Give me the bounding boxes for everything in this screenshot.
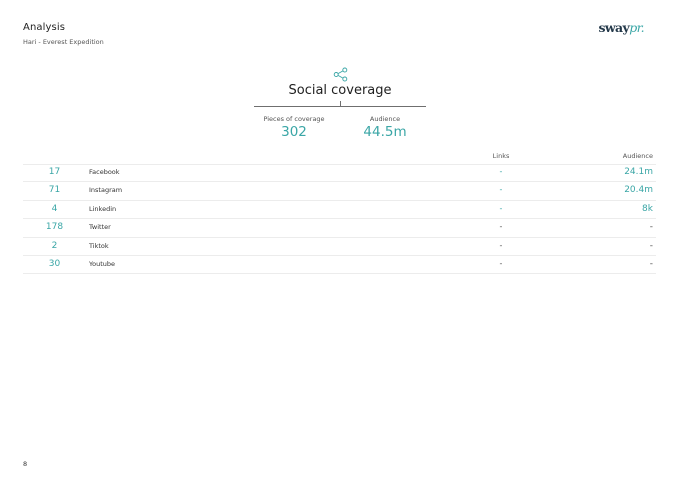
row-links: - — [499, 258, 503, 268]
stat-value: 44.5m — [363, 124, 407, 140]
table-row: 2 Tiktok - - — [23, 238, 656, 256]
table-row: 30 Youtube - - — [23, 256, 656, 275]
row-count: 30 — [48, 258, 61, 269]
table-header: Links Audience — [23, 150, 656, 165]
row-audience: - — [649, 240, 653, 251]
row-links: - — [499, 222, 503, 232]
stat-pieces-of-coverage: Pieces of coverage 302 — [254, 115, 334, 140]
section-divider-tick — [340, 101, 341, 107]
stat-label: Pieces of coverage — [263, 115, 325, 123]
page-subtitle: Hari - Everest Expedition — [23, 38, 104, 46]
row-platform: Tiktok — [89, 241, 109, 250]
table-row: 17 Facebook - 24.1m — [23, 164, 656, 183]
row-platform: Youtube — [89, 259, 115, 268]
stat-audience: Audience 44.5m — [345, 115, 425, 140]
row-platform: Twitter — [89, 223, 111, 232]
brand-logo: swaypr. — [598, 20, 644, 35]
row-platform: Facebook — [89, 168, 120, 176]
row-links: - — [499, 185, 503, 195]
column-header-audience: Audience — [622, 152, 653, 160]
section-title: Social coverage — [288, 83, 392, 98]
row-count: 2 — [51, 240, 58, 251]
table-row: 178 Twitter - - — [23, 219, 656, 238]
table-row: 71 Instagram - 20.4m — [23, 182, 656, 201]
row-audience: - — [649, 222, 653, 233]
row-audience: 20.4m — [624, 185, 653, 196]
row-count: 71 — [48, 185, 61, 196]
row-links: - — [499, 203, 503, 213]
row-audience: 24.1m — [624, 167, 653, 177]
share-icon — [333, 67, 348, 82]
column-header-links: Links — [492, 152, 510, 160]
coverage-table: 17 Facebook - 24.1m 71 Instagram - 20.4m… — [23, 164, 656, 275]
stat-value: 302 — [281, 124, 307, 140]
row-links: - — [499, 240, 503, 250]
row-platform: Linkedin — [89, 204, 117, 213]
logo-accent: pr. — [629, 20, 644, 35]
page-title: Analysis — [23, 22, 66, 33]
row-count: 178 — [45, 222, 64, 233]
row-audience: 8k — [642, 203, 653, 214]
logo-main: sway — [598, 20, 630, 35]
row-platform: Instagram — [89, 186, 123, 195]
page-number: 8 — [23, 460, 28, 468]
row-count: 17 — [48, 167, 61, 177]
row-audience: - — [649, 258, 653, 269]
row-links: - — [499, 167, 503, 176]
page-header: Analysis Hari - Everest Expedition — [23, 22, 104, 46]
row-count: 4 — [51, 203, 58, 214]
table-row: 4 Linkedin - 8k — [23, 201, 656, 220]
stat-label: Audience — [369, 115, 401, 123]
